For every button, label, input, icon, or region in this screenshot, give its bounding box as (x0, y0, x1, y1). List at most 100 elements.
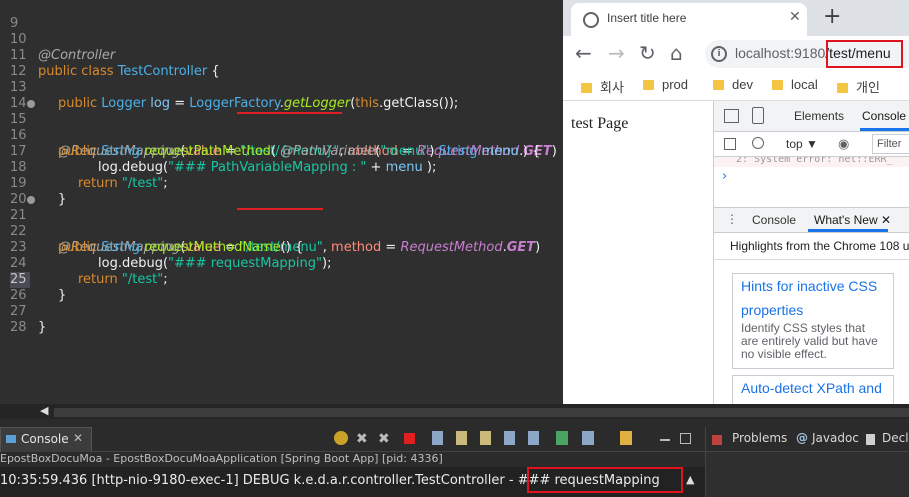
inspect-icon[interactable] (724, 109, 739, 123)
code-line-16: 16 public String requestPathMethod( @Pat… (0, 112, 540, 159)
code-text: } (58, 192, 67, 207)
more-icon[interactable]: ⋮ (726, 212, 738, 226)
url-highlight-box (826, 40, 903, 68)
code-line-15: 15 @RequestMapping(value = "/test/{menu}… (0, 96, 557, 159)
scroll-left-icon[interactable]: ◀ (40, 404, 48, 417)
whats-new-heading: Highlights from the Chrome 108 u (714, 233, 909, 260)
tab-elements[interactable]: Elements (794, 109, 844, 123)
bookmark-folder[interactable]: dev (713, 77, 753, 92)
eye-icon[interactable]: ◉ (838, 137, 849, 152)
card-title[interactable]: properties (733, 298, 893, 322)
code-line-22: 22 public String requestMethodName() { (0, 208, 303, 255)
code-line-17: 17 log.debug("### PathVariableMapping : … (0, 128, 436, 175)
word-wrap-icon[interactable] (480, 431, 491, 445)
right-view-tabs: Problems @ Javadoc Decla (706, 427, 909, 452)
devtools-tabbar: Elements Console (714, 101, 909, 132)
javadoc-icon: @ (796, 431, 808, 445)
drawer-active-indicator (808, 229, 888, 232)
console-tab-label: Console (21, 432, 69, 446)
tab-problems[interactable]: Problems (732, 431, 787, 445)
red-underline-menu (237, 208, 323, 210)
page-text: test Page (571, 115, 629, 132)
log-highlight-box (527, 467, 683, 493)
code-line-12: 12 (0, 48, 27, 79)
device-toolbar-icon[interactable] (752, 107, 764, 124)
scroll-up-icon[interactable]: ▲ (686, 473, 694, 486)
close-tab-icon[interactable]: ✕ (789, 9, 801, 25)
code-text: public Logger log = LoggerFactory.getLog… (58, 96, 459, 111)
tab-console[interactable]: Console (862, 109, 906, 123)
devtools-panel: Elements Console top ▼ ◉ Filter 2: Syste… (713, 101, 909, 404)
bottom-panel: Console ✕ ✖ ✖ EpostBoxDocuMoa - EpostBox… (0, 419, 909, 497)
browser-tab-strip: Insert title here ✕ + (563, 0, 909, 36)
sidebar-toggle-icon[interactable] (724, 138, 736, 150)
tab-declaration[interactable]: Decla (882, 431, 909, 445)
new-tab-button[interactable]: + (823, 4, 841, 29)
drawer-tab-whats-new[interactable]: What's New ✕ (814, 213, 891, 227)
maximize-icon[interactable] (680, 433, 691, 444)
declaration-icon (866, 434, 875, 445)
folder-icon (713, 80, 724, 90)
page-content: test Page (563, 101, 713, 404)
scroll-lock-icon[interactable] (456, 431, 467, 445)
code-text: public class TestController { (38, 64, 220, 79)
whats-new-card[interactable]: Auto-detect XPath and (732, 375, 894, 404)
bookmark-folder[interactable]: prod (643, 77, 688, 92)
console-output[interactable]: 10:35:59.436 [http-nio-9180-exec-1] DEBU… (0, 467, 705, 497)
code-text: } (38, 320, 47, 335)
show-on-output-icon[interactable] (504, 431, 515, 445)
code-line-11: 11 public class TestController { (0, 32, 220, 79)
card-title[interactable]: Auto-detect XPath and (733, 376, 893, 400)
console-prompt[interactable]: › (722, 169, 727, 184)
card-title[interactable]: Hints for inactive CSS (733, 274, 893, 298)
browser-window: Insert title here ✕ + ← → ↻ ⌂ i localhos… (563, 0, 909, 404)
clear-console-icon[interactable] (752, 137, 764, 149)
remove-launch-icon[interactable]: ✖ (356, 431, 370, 447)
bookmark-folder[interactable]: local (772, 77, 818, 92)
close-icon[interactable]: ✕ (73, 431, 83, 445)
terminate-icon[interactable] (404, 433, 415, 444)
code-text: @Controller (38, 48, 116, 63)
reload-button[interactable]: ↻ (639, 41, 656, 65)
code-line-14: 14 (0, 80, 27, 111)
folder-icon (772, 80, 783, 90)
filter-input[interactable]: Filter (872, 134, 909, 154)
code-line-13: 13 public Logger log = LoggerFactory.get… (0, 64, 458, 111)
code-text: log.debug("### requestMapping"); (98, 256, 332, 271)
scrollbar-track[interactable] (54, 408, 909, 417)
fold-marker-icon[interactable] (27, 100, 35, 108)
back-button[interactable]: ← (575, 41, 592, 65)
remove-all-icon[interactable]: ✖ (378, 431, 392, 447)
tab-javadoc[interactable]: Javadoc (812, 431, 859, 445)
forward-button[interactable]: → (608, 41, 625, 65)
globe-icon (583, 12, 599, 28)
clear-console-icon[interactable] (432, 431, 443, 445)
home-button[interactable]: ⌂ (670, 41, 683, 65)
line-number: 28 (10, 320, 27, 335)
browser-tab[interactable]: Insert title here ✕ (571, 3, 807, 36)
info-icon[interactable]: i (711, 46, 727, 62)
folder-icon (643, 80, 654, 90)
minimize-icon[interactable] (660, 431, 670, 441)
active-tab-indicator (860, 128, 909, 131)
pin-console-icon[interactable] (556, 431, 568, 445)
drawer-tab-console[interactable]: Console (752, 213, 796, 227)
show-on-error-icon[interactable] (528, 431, 539, 445)
bookmark-folder[interactable]: 회사 (581, 77, 624, 96)
whats-new-card[interactable]: Hints for inactive CSS properties Identi… (732, 273, 894, 369)
editor-horizontal-scrollbar[interactable]: ◀ (0, 404, 909, 419)
code-line-20: 20 (0, 176, 27, 207)
reload-launch-icon[interactable] (334, 431, 348, 445)
card-body: Identify CSS styles that are entirely va… (741, 321, 878, 361)
code-line-21: 21 @RequestMapping(value = "/test/menu",… (0, 192, 540, 255)
display-console-icon[interactable] (582, 431, 594, 445)
open-console-icon[interactable] (620, 431, 632, 445)
code-line-19: 19 } (0, 160, 66, 207)
bookmark-folder[interactable]: 개인 (837, 77, 880, 96)
devtools-drawer-tabs: ⋮ Console What's New ✕ (714, 207, 909, 233)
console-view-tab[interactable]: Console ✕ (0, 427, 92, 452)
fold-marker-icon[interactable] (27, 196, 35, 204)
context-selector[interactable]: top ▼ (786, 137, 818, 151)
code-editor[interactable]: 9 10 @Controller 11 public class TestCon… (0, 0, 563, 404)
code-text: return "/test"; (78, 272, 168, 287)
